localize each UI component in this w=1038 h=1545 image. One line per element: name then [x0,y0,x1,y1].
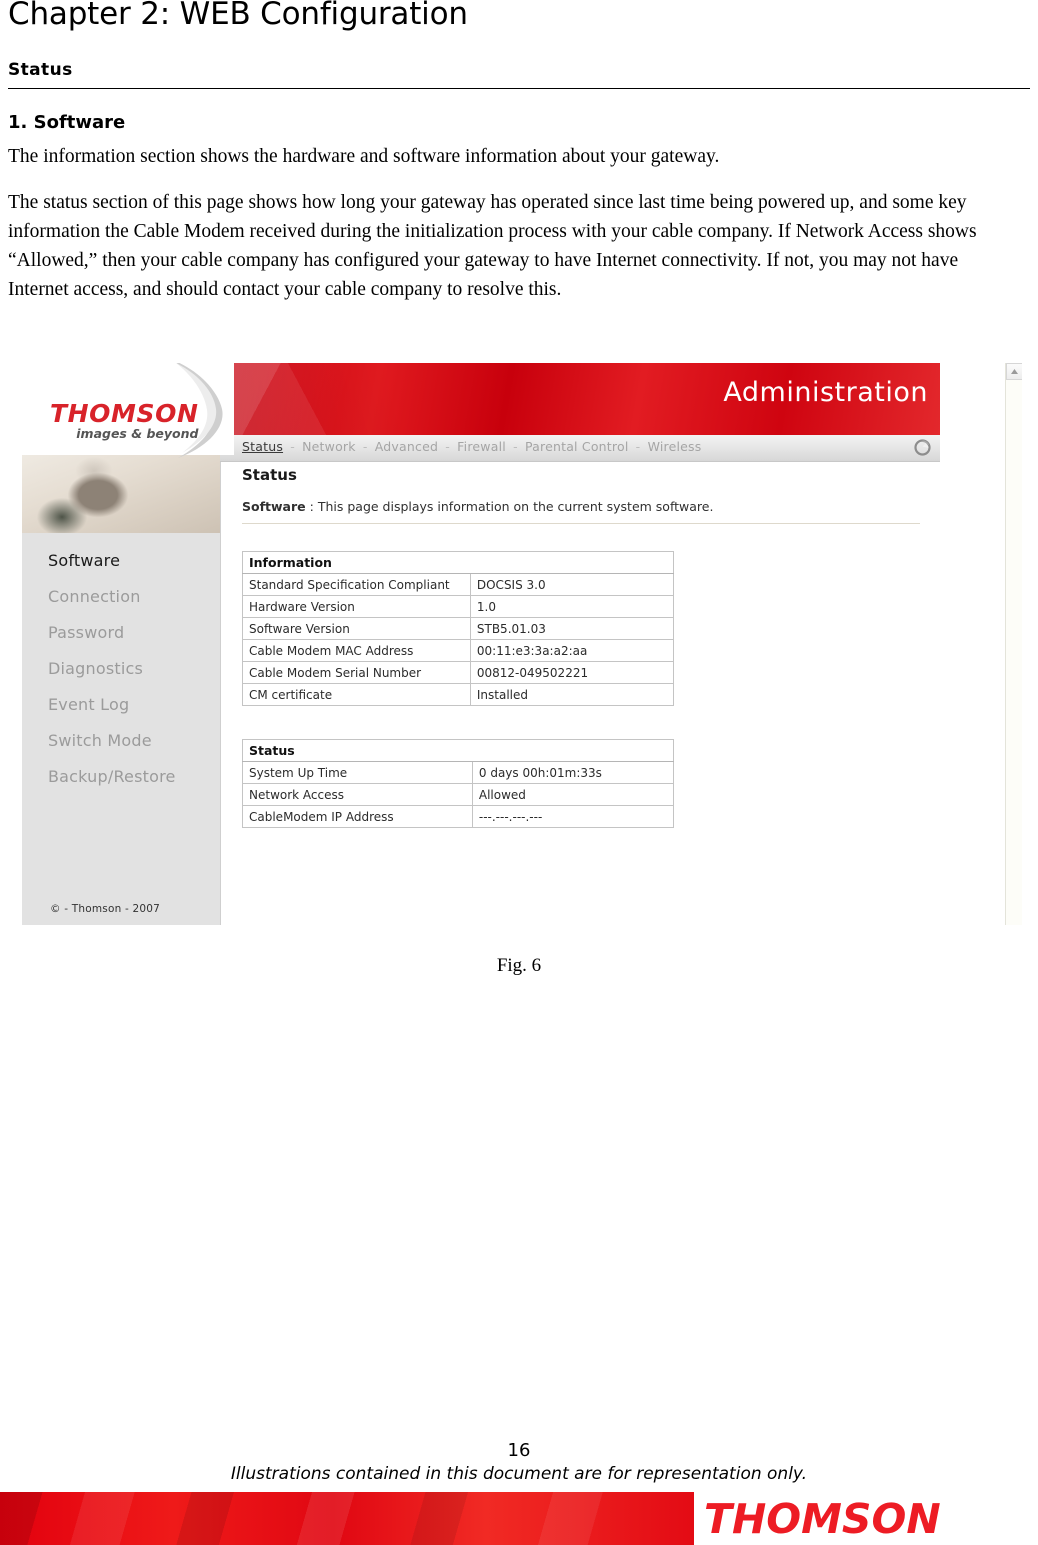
content-subtitle-text: This page displays information on the cu… [317,499,714,514]
nav-item-parental-control[interactable]: Parental Control [525,439,629,454]
content-divider [242,523,920,524]
table-row: Hardware Version 1.0 [242,595,675,618]
nav-separator: - [441,439,455,454]
information-table: Information Standard Specification Compl… [242,551,675,706]
chapter-title: Chapter 2: WEB Configuration [8,0,468,32]
chevron-up-icon [1011,369,1018,374]
status-table-body: System Up Time 0 days 00h:01m:33s Network … [242,761,675,828]
nav-item-network[interactable]: Network [302,439,356,454]
web-ui-viewport: Administration THOMSON images & beyond S… [22,363,1022,925]
table-row: System Up Time 0 days 00h:01m:33s [242,761,675,784]
nav-item-status[interactable]: Status [242,439,283,454]
paragraph-status-description: The status section of this page shows ho… [8,192,977,300]
row-value: 00:11:e3:3a:a2:aa [469,639,675,662]
nav-item-firewall[interactable]: Firewall [457,439,506,454]
row-label: Network Access [242,783,473,806]
sidebar-menu: Software Connection Password Diagnostics Eve… [22,543,220,795]
manual-page: Chapter 2: WEB Configuration Status 1. S… [0,0,1038,1545]
banner-title: Administration [723,377,928,408]
brand-name: THOMSON [50,399,199,428]
sidebar-item-password[interactable]: Password [22,615,220,651]
row-label: CM certificate [242,683,471,706]
person-with-laptop-photo [22,455,220,533]
row-value: DOCSIS 3.0 [469,573,675,596]
content-title: Status [242,466,297,484]
row-label: Hardware Version [242,595,471,618]
sidebar-item-connection[interactable]: Connection [22,579,220,615]
table-row: Network Access Allowed [242,783,675,806]
content-subtitle: Software : This page displays informatio… [242,499,713,514]
left-sidebar: Software Connection Password Diagnostics Eve… [22,455,221,925]
brand-logo: THOMSON images & beyond [50,401,199,441]
sidebar-item-diagnostics[interactable]: Diagnostics [22,651,220,687]
section-heading: Status [8,60,73,80]
nav-item-wireless[interactable]: Wireless [648,439,702,454]
main-navbar: Status - Network - Advanced - Firewall -… [220,435,940,462]
footer-band-graphic [0,1492,694,1545]
scroll-up-button[interactable] [1006,363,1022,380]
row-label: CableModem IP Address [242,805,473,828]
table-row: Software Version STB5.01.03 [242,617,675,640]
row-value: 1.0 [469,595,675,618]
content-area: Status Software : This page displays inf… [220,461,940,925]
table-row: Standard Specification Compliant DOCSIS 3… [242,573,675,596]
footer-band: THOMSON [0,1492,1038,1545]
row-label: System Up Time [242,761,473,784]
row-value: STB5.01.03 [469,617,675,640]
sidebar-item-event-log[interactable]: Event Log [22,687,220,723]
table-row: CM certificate Installed [242,683,675,706]
vertical-scrollbar[interactable] [1005,363,1022,925]
row-value: Allowed [471,783,675,806]
sidebar-copyright: © - Thomson - 2007 [50,903,161,915]
footer-brand-logo: THOMSON [704,1495,941,1543]
sidebar-item-backup-restore[interactable]: Backup/Restore [22,759,220,795]
table-row: Cable Modem Serial Number 00812-049502221 [242,661,675,684]
information-table-caption: Information [242,551,674,574]
status-table: Status System Up Time 0 days 00h:01m:33s N… [242,739,675,828]
table-row: CableModem IP Address ---.---.---.--- [242,805,675,828]
row-value: 0 days 00h:01m:33s [471,761,675,784]
embedded-screenshot: Administration THOMSON images & beyond S… [22,363,1022,925]
sidebar-item-switch-mode[interactable]: Switch Mode [22,723,220,759]
nav-separator: - [508,439,522,454]
footer-note: Illustrations contained in this document… [230,1464,808,1484]
nav-separator: - [286,439,300,454]
information-table-body: Standard Specification Compliant DOCSIS 3… [242,573,675,706]
row-label: Software Version [242,617,471,640]
row-label: Cable Modem MAC Address [242,639,471,662]
nav-separator: - [631,439,645,454]
nav-item-advanced[interactable]: Advanced [375,439,438,454]
section-divider [8,88,1030,89]
sidebar-item-software[interactable]: Software [22,543,220,579]
table-row: Cable Modem MAC Address 00:11:e3:3a:a2:aa [242,639,675,662]
row-value: ---.---.---.--- [471,805,675,828]
row-value: 00812-049502221 [469,661,675,684]
nav-item-list: Status - Network - Advanced - Firewall -… [242,439,701,454]
refresh-icon[interactable] [913,438,932,457]
nav-separator: - [358,439,372,454]
row-label: Standard Specification Compliant [242,573,471,596]
paragraph-intro: The information section shows the hardwa… [8,146,720,167]
content-subtitle-label: Software [242,499,306,514]
figure-caption: Fig. 6 [496,955,542,976]
status-table-caption: Status [242,739,674,762]
content-subtitle-separator: : [309,499,314,514]
page-banner: Administration [220,363,940,435]
brand-tagline: images & beyond [76,426,199,441]
page-number: 16 [507,1440,531,1461]
row-label: Cable Modem Serial Number [242,661,471,684]
subsection-heading: 1. Software [8,112,126,133]
row-value: Installed [469,683,675,706]
